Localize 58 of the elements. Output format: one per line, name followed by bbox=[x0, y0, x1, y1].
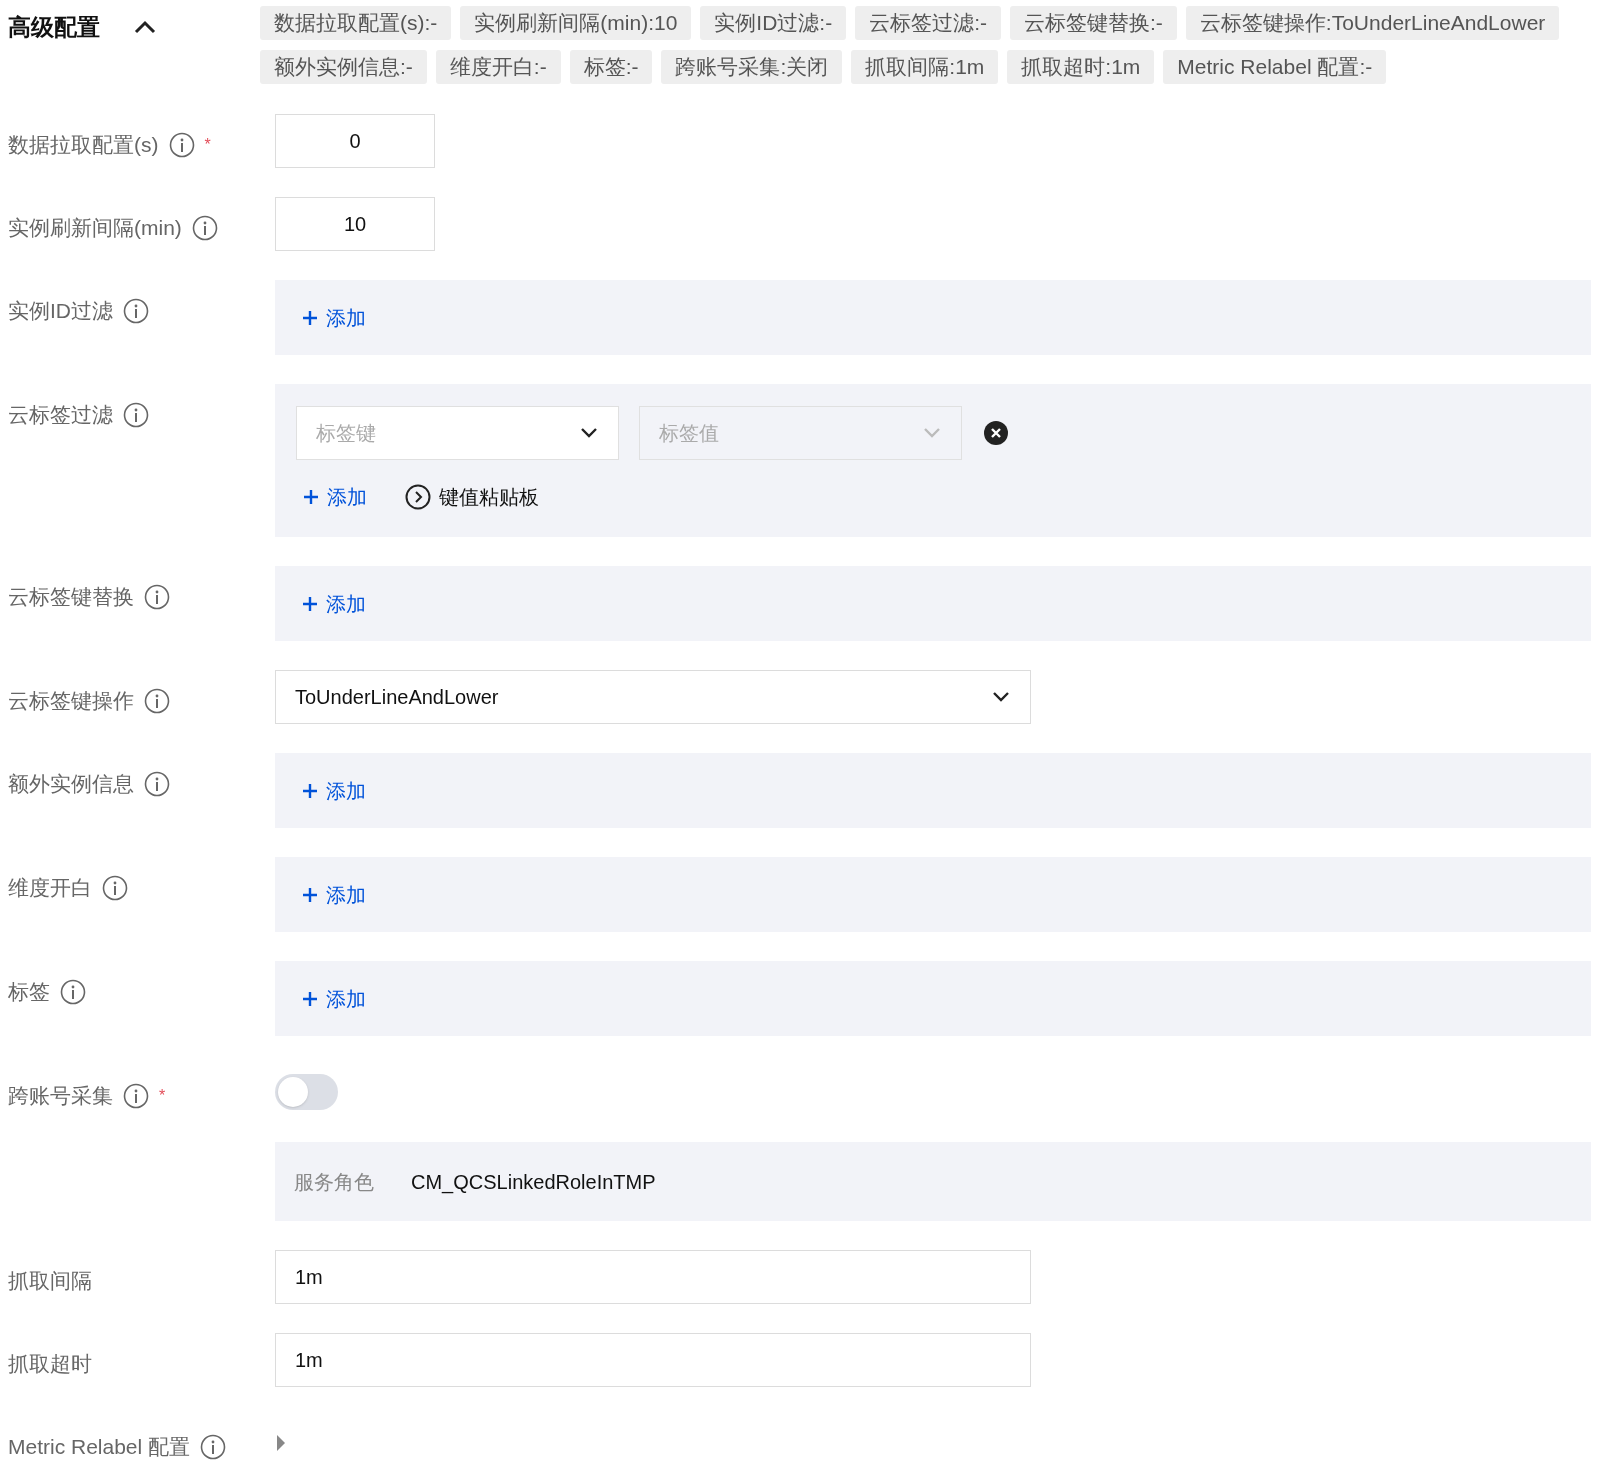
toggle-switch[interactable] bbox=[275, 1074, 338, 1110]
field-label: 抓取超时 bbox=[8, 1351, 92, 1378]
field-label: Metric Relabel 配置 bbox=[8, 1434, 191, 1461]
field-label: 跨账号采集 bbox=[8, 1083, 113, 1110]
field-label: 抓取间隔 bbox=[8, 1268, 92, 1295]
chevron-down-icon bbox=[991, 691, 1011, 703]
summary-tag: 云标签过滤:- bbox=[855, 6, 1001, 40]
add-button[interactable]: 添加 bbox=[302, 588, 366, 619]
remove-icon[interactable] bbox=[984, 421, 1008, 445]
plus-icon bbox=[302, 886, 318, 903]
field-label: 维度开白 bbox=[8, 875, 92, 902]
summary-tag: 实例ID过滤:- bbox=[700, 6, 847, 40]
service-role-label: 服务角色 bbox=[294, 1169, 374, 1195]
summary-tag: 云标签键操作:ToUnderLineAndLower bbox=[1185, 6, 1560, 40]
clipboard-button[interactable]: 键值粘贴板 bbox=[405, 482, 539, 512]
chevron-down-icon bbox=[922, 427, 942, 439]
field-label: 云标签键操作 bbox=[8, 688, 134, 715]
summary-tag: 维度开白:- bbox=[435, 50, 561, 84]
field-label: 标签 bbox=[8, 979, 50, 1006]
number-input[interactable]: 0 bbox=[275, 114, 435, 168]
plus-icon bbox=[303, 489, 319, 505]
field-label: 数据拉取配置(s) bbox=[8, 132, 159, 159]
summary-tag: Metric Relabel 配置:- bbox=[1163, 50, 1387, 84]
collapse-chevron-icon[interactable] bbox=[134, 20, 156, 34]
field-label: 实例刷新间隔(min) bbox=[8, 215, 182, 242]
select-dropdown[interactable]: ToUnderLineAndLower bbox=[275, 670, 1031, 724]
add-button[interactable]: 添加 bbox=[302, 983, 366, 1014]
summary-tag: 实例刷新间隔(min):10 bbox=[460, 6, 692, 40]
tag-value-select: 标签值 bbox=[639, 406, 962, 460]
chevron-right-circle-icon bbox=[405, 484, 431, 510]
number-input[interactable]: 10 bbox=[275, 197, 435, 251]
summary-tag: 云标签键替换:- bbox=[1010, 6, 1177, 40]
text-input[interactable]: 1m bbox=[275, 1333, 1031, 1387]
section-title: 高级配置 bbox=[8, 12, 100, 42]
field-label: 实例ID过滤 bbox=[8, 298, 113, 325]
summary-tag: 抓取超时:1m bbox=[1007, 50, 1155, 84]
field-label: 云标签过滤 bbox=[8, 402, 113, 429]
chevron-down-icon bbox=[579, 427, 599, 439]
summary-tag: 额外实例信息:- bbox=[260, 50, 427, 84]
plus-icon bbox=[302, 990, 318, 1007]
summary-tag: 数据拉取配置(s):- bbox=[260, 6, 452, 40]
add-button[interactable]: 添加 bbox=[303, 482, 367, 512]
summary-tag: 标签:- bbox=[569, 50, 653, 84]
service-role-value: CM_QCSLinkedRoleInTMP bbox=[411, 1169, 656, 1196]
field-label: 云标签键替换 bbox=[8, 584, 134, 611]
required-mark: * bbox=[204, 135, 211, 155]
required-mark: * bbox=[159, 1086, 166, 1106]
plus-icon bbox=[302, 309, 318, 326]
add-button[interactable]: 添加 bbox=[302, 775, 366, 806]
add-button[interactable]: 添加 bbox=[302, 302, 366, 333]
plus-icon bbox=[302, 782, 318, 799]
summary-tag: 跨账号采集:关闭 bbox=[661, 50, 843, 84]
expand-caret-icon[interactable] bbox=[275, 1435, 287, 1451]
add-button[interactable]: 添加 bbox=[302, 879, 366, 910]
text-input[interactable]: 1m bbox=[275, 1250, 1031, 1304]
field-label: 额外实例信息 bbox=[8, 771, 134, 798]
plus-icon bbox=[302, 595, 318, 612]
summary-tag: 抓取间隔:1m bbox=[851, 50, 999, 84]
